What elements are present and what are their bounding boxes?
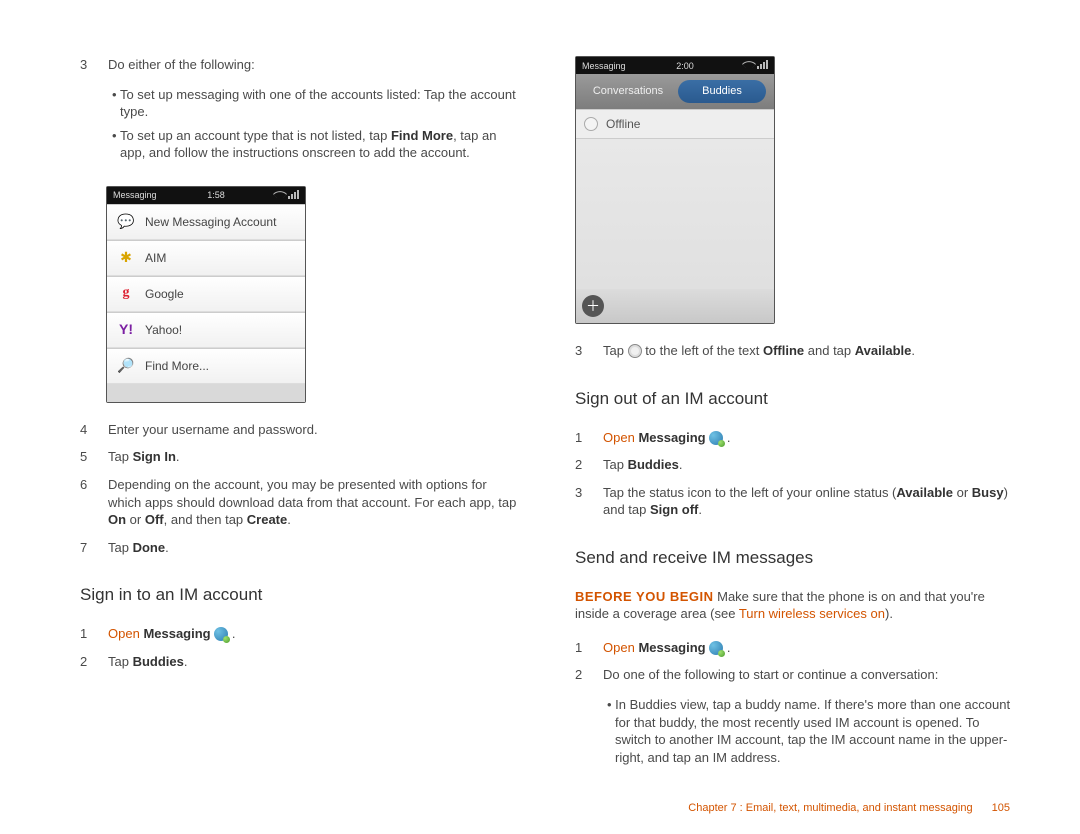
send-step-2: 2 Do one of the following to start or co… — [575, 666, 1014, 772]
phone-screenshot-new-account: Messaging 1:58 💬 New Messaging Account ✱… — [106, 186, 306, 403]
section-heading-signout: Sign out of an IM account — [575, 388, 1014, 411]
left-column: 3 Do either of the following: To set up … — [80, 56, 519, 780]
open-link[interactable]: Open — [108, 626, 140, 641]
section-heading-send: Send and receive IM messages — [575, 547, 1014, 570]
phone-status-bar: Messaging 2:00 — [576, 57, 774, 74]
messaging-bubble-icon: 💬 — [117, 213, 135, 231]
section-heading-signin: Sign in to an IM account — [80, 584, 519, 607]
footer-chapter: Chapter 7 : Email, text, multimedia, and… — [688, 802, 972, 814]
page-footer: Chapter 7 : Email, text, multimedia, and… — [688, 801, 1010, 816]
signin-step-1: 1 Open Messaging . — [80, 625, 519, 643]
wifi-icon — [742, 57, 756, 71]
signal-icon — [757, 60, 768, 69]
open-link[interactable]: Open — [603, 430, 635, 445]
step-4: 4 Enter your username and password. — [80, 421, 519, 439]
phone-tabs: Conversations Buddies — [576, 74, 774, 109]
tab-conversations: Conversations — [584, 80, 672, 103]
status-circle-icon — [628, 344, 642, 358]
step-5: 5 Tap Sign In. — [80, 448, 519, 466]
signout-step-3: 3 Tap the status icon to the left of you… — [575, 484, 1014, 519]
bullet-item: To set up messaging with one of the acco… — [108, 86, 519, 121]
yahoo-icon: Y! — [117, 321, 135, 339]
status-icons — [275, 189, 299, 202]
tab-buddies: Buddies — [678, 80, 766, 103]
status-dot-icon — [584, 117, 598, 131]
status-app: Messaging — [113, 189, 157, 201]
wifi-icon — [273, 187, 287, 201]
offline-row: Offline — [576, 109, 774, 139]
account-row-yahoo: Y! Yahoo! — [107, 312, 305, 348]
step-6: 6 Depending on the account, you may be p… — [80, 476, 519, 529]
account-row-google: g Google — [107, 276, 305, 312]
aim-icon: ✱ — [117, 249, 135, 267]
status-time: 1:58 — [207, 189, 225, 201]
signout-step-1: 1 Open Messaging . — [575, 429, 1014, 447]
send-sub-bullets: In Buddies view, tap a buddy name. If th… — [603, 696, 1014, 766]
messaging-app-icon — [709, 431, 723, 445]
messaging-app-icon — [214, 627, 228, 641]
google-icon: g — [117, 285, 135, 303]
phone-add-bar: ＋ — [576, 289, 774, 323]
phone-header-row: 💬 New Messaging Account — [107, 204, 305, 240]
phone-screenshot-buddies: Messaging 2:00 Conversations Buddies Off… — [575, 56, 775, 324]
phone-footer-space — [107, 384, 305, 402]
page-body: 3 Do either of the following: To set up … — [0, 0, 1080, 780]
status-icons — [744, 59, 768, 72]
bullet-item: To set up an account type that is not li… — [108, 127, 519, 162]
right-step-3: 3 Tap to the left of the text Offline an… — [575, 342, 1014, 360]
step-7: 7 Tap Done. — [80, 539, 519, 557]
step-3: 3 Do either of the following: To set up … — [80, 56, 519, 168]
findmore-icon: 🔎 — [117, 357, 135, 375]
messaging-app-icon — [709, 641, 723, 655]
send-step-1: 1 Open Messaging . — [575, 639, 1014, 657]
add-icon: ＋ — [582, 295, 604, 317]
step-number: 3 — [80, 56, 90, 168]
signin-step-2: 2 Tap Buddies. — [80, 653, 519, 671]
right-column: Messaging 2:00 Conversations Buddies Off… — [575, 56, 1014, 780]
before-you-begin-label: BEFORE YOU BEGIN — [575, 589, 714, 604]
before-you-begin: BEFORE YOU BEGIN Make sure that the phon… — [575, 588, 1014, 623]
bullet-item: In Buddies view, tap a buddy name. If th… — [603, 696, 1014, 766]
turn-wireless-link[interactable]: Turn wireless services on — [739, 606, 885, 621]
phone-header: New Messaging Account — [145, 214, 276, 230]
step-text: Do either of the following: — [108, 57, 255, 72]
account-row-aim: ✱ AIM — [107, 240, 305, 276]
phone-empty-area — [576, 139, 774, 289]
sub-bullets: To set up messaging with one of the acco… — [108, 86, 519, 162]
account-row-findmore: 🔎 Find More... — [107, 348, 305, 384]
signal-icon — [288, 190, 299, 199]
phone-status-bar: Messaging 1:58 — [107, 187, 305, 204]
footer-page-number: 105 — [992, 802, 1010, 814]
open-link[interactable]: Open — [603, 640, 635, 655]
signout-step-2: 2 Tap Buddies. — [575, 456, 1014, 474]
